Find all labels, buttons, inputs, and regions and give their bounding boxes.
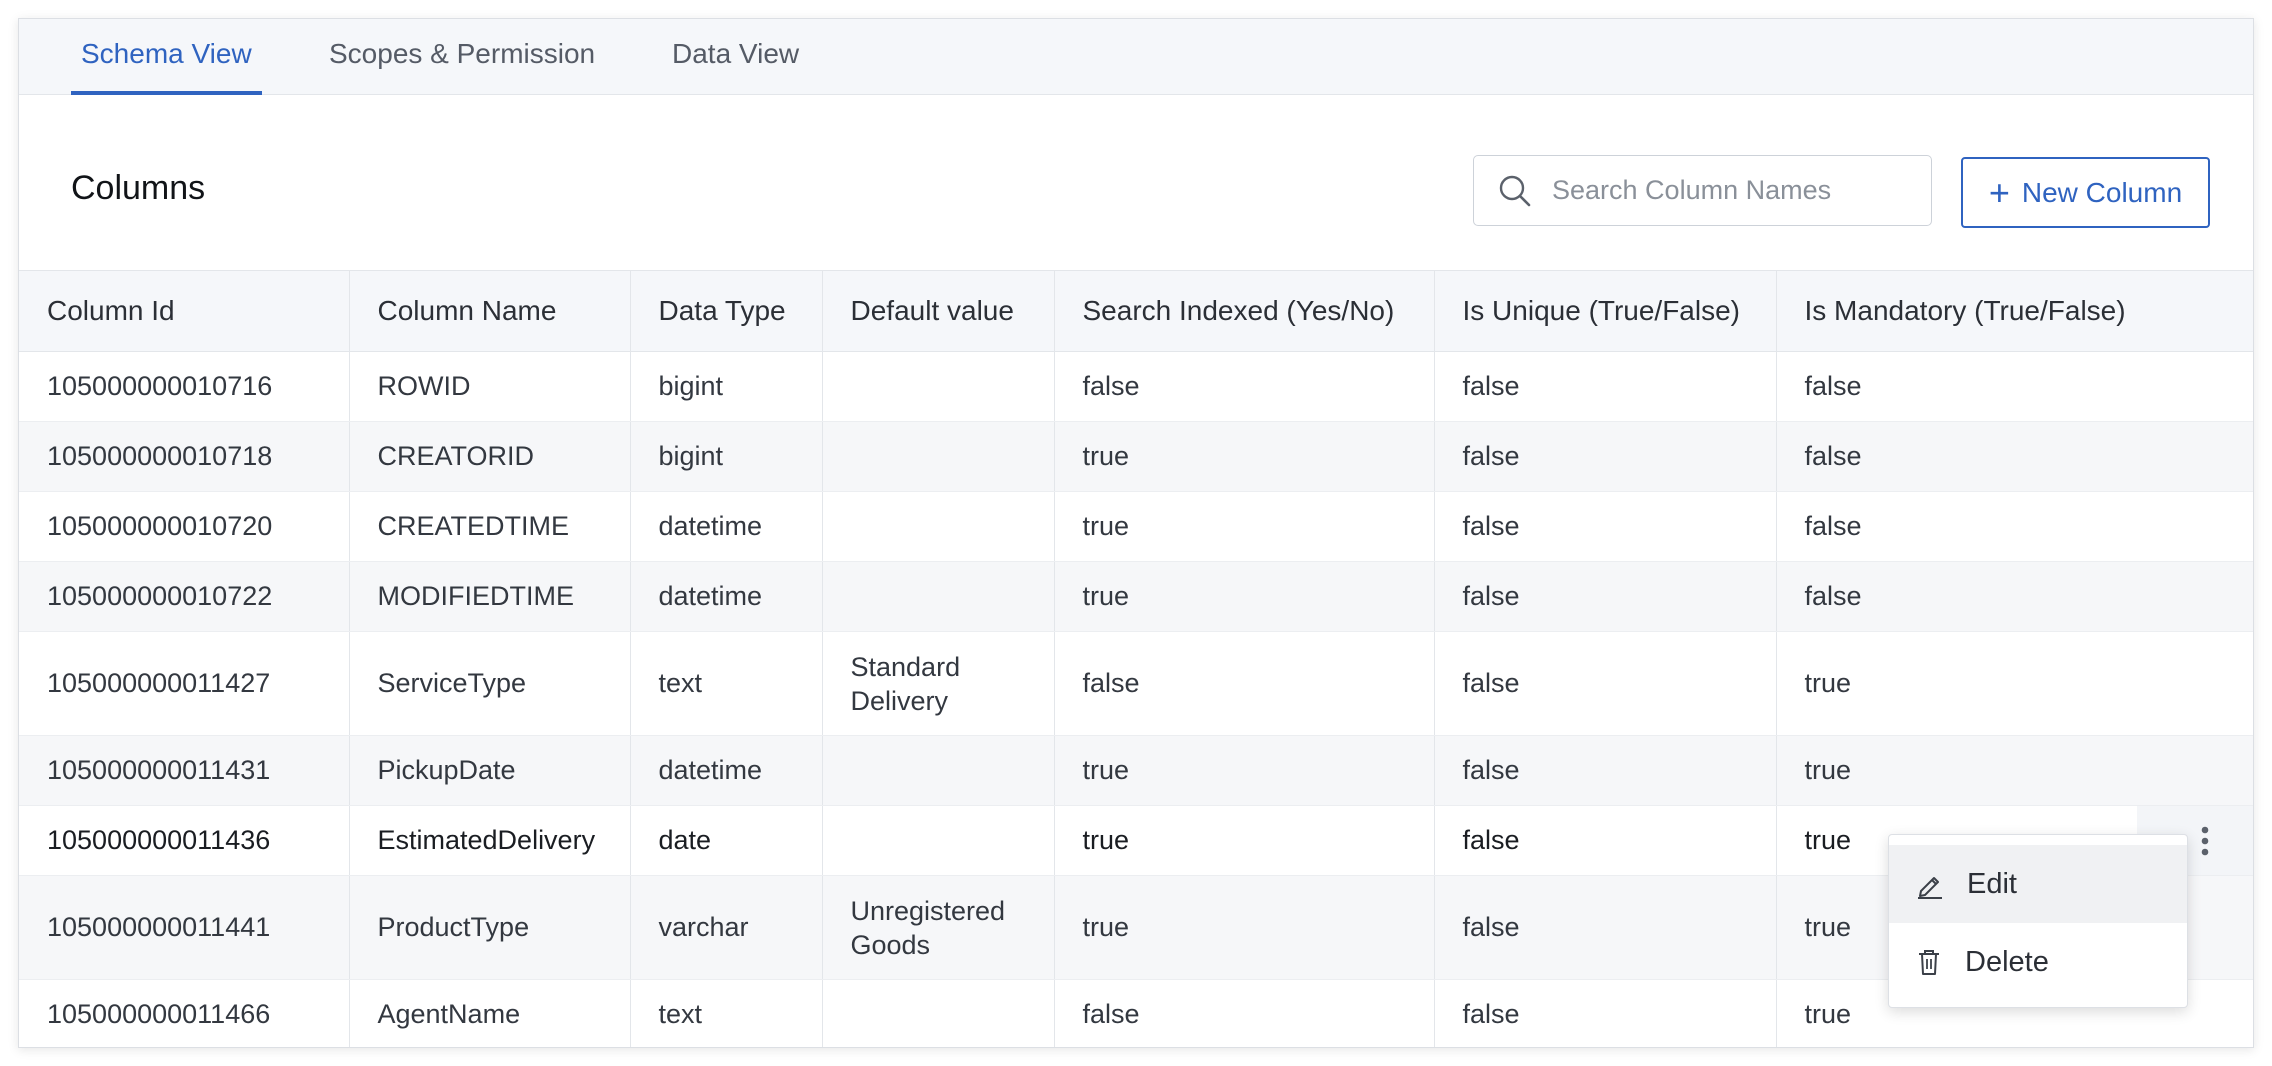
header-search-indexed: Search Indexed (Yes/No): [1054, 270, 1435, 352]
cell-default-value: [822, 561, 1055, 632]
cell-search-indexed: false: [1054, 631, 1435, 736]
cell-column-name: CREATEDTIME: [349, 491, 631, 562]
cell-is-unique: false: [1434, 805, 1777, 876]
cell-is-unique: false: [1434, 421, 1777, 492]
tab-scopes-permission[interactable]: Scopes & Permission: [329, 19, 595, 95]
cell-is-mandatory: true: [1776, 735, 2253, 806]
header-default-value: Default value: [822, 270, 1055, 352]
cell-is-mandatory: false: [1776, 561, 2253, 632]
cell-data-type: date: [630, 805, 823, 876]
header-is-unique: Is Unique (True/False): [1434, 270, 1777, 352]
cell-data-type: bigint: [630, 421, 823, 492]
table-row[interactable]: 105000000010718 CREATORID bigint true fa…: [19, 421, 2253, 492]
cell-column-id: 105000000011441: [19, 875, 350, 980]
search-icon: [1499, 175, 1531, 207]
cell-default-value: Standard Delivery: [822, 631, 1055, 736]
cell-is-unique: false: [1434, 491, 1777, 562]
cell-column-name: ROWID: [349, 351, 631, 422]
table-row[interactable]: 105000000010722 MODIFIEDTIME datetime tr…: [19, 561, 2253, 632]
cell-column-name: CREATORID: [349, 421, 631, 492]
tab-schema-view[interactable]: Schema View: [71, 19, 262, 95]
cell-column-id: 105000000011427: [19, 631, 350, 736]
header-is-mandatory: Is Mandatory (True/False): [1776, 270, 2253, 352]
cell-column-id: 105000000010718: [19, 421, 350, 492]
table-row[interactable]: 105000000011427 ServiceType text Standar…: [19, 631, 2253, 736]
cell-search-indexed: false: [1054, 351, 1435, 422]
cell-column-name: MODIFIEDTIME: [349, 561, 631, 632]
cell-is-unique: false: [1434, 875, 1777, 980]
more-vertical-icon: [2201, 826, 2209, 855]
pencil-icon: [1918, 877, 1942, 899]
cell-column-name: ServiceType: [349, 631, 631, 736]
tab-bar: Schema View Scopes & Permission Data Vie…: [19, 19, 2253, 95]
cell-default-value: [822, 491, 1055, 562]
cell-column-name: PickupDate: [349, 735, 631, 806]
header-column-id: Column Id: [19, 270, 350, 352]
cell-is-unique: false: [1434, 631, 1777, 736]
cell-search-indexed: true: [1054, 561, 1435, 632]
cell-is-mandatory: true: [1776, 631, 2253, 736]
table-header-row: Column Id Column Name Data Type Default …: [19, 270, 2253, 352]
cell-search-indexed: true: [1054, 805, 1435, 876]
delete-menu-item[interactable]: Delete: [1889, 923, 2187, 1001]
cell-column-id: 105000000011466: [19, 979, 350, 1047]
page-title: Columns: [71, 169, 206, 207]
cell-data-type: datetime: [630, 491, 823, 562]
plus-icon: +: [1988, 171, 2010, 213]
edit-label: Edit: [1967, 867, 2017, 900]
cell-data-type: text: [630, 979, 823, 1047]
cell-default-value: [822, 805, 1055, 876]
cell-search-indexed: true: [1054, 421, 1435, 492]
cell-column-id: 105000000010722: [19, 561, 350, 632]
search-box[interactable]: [1473, 155, 1932, 226]
trash-icon: [1919, 950, 1939, 975]
cell-column-name: EstimatedDelivery: [349, 805, 631, 876]
cell-column-name: AgentName: [349, 979, 631, 1047]
table-row[interactable]: 105000000011431 PickupDate datetime true…: [19, 735, 2253, 806]
new-column-label: New Column: [2021, 176, 2183, 208]
table-row[interactable]: 105000000010720 CREATEDTIME datetime tru…: [19, 491, 2253, 562]
cell-default-value: Unregistered Goods: [822, 875, 1055, 980]
new-column-button[interactable]: + New Column: [1961, 157, 2210, 228]
header-data-type: Data Type: [630, 270, 823, 352]
tab-data-view[interactable]: Data View: [672, 19, 799, 95]
cell-column-id: 105000000011431: [19, 735, 350, 806]
cell-column-name: ProductType: [349, 875, 631, 980]
cell-default-value: [822, 351, 1055, 422]
cell-search-indexed: true: [1054, 491, 1435, 562]
row-actions-menu: Edit Delete: [1888, 834, 2188, 1008]
cell-column-id: 105000000011436: [19, 805, 350, 876]
cell-is-unique: false: [1434, 561, 1777, 632]
cell-column-id: 105000000010716: [19, 351, 350, 422]
header-column-name: Column Name: [349, 270, 631, 352]
cell-search-indexed: true: [1054, 875, 1435, 980]
cell-data-type: datetime: [630, 735, 823, 806]
cell-default-value: [822, 979, 1055, 1047]
delete-label: Delete: [1965, 945, 2049, 978]
cell-data-type: varchar: [630, 875, 823, 980]
cell-default-value: [822, 735, 1055, 806]
cell-default-value: [822, 421, 1055, 492]
cell-column-id: 105000000010720: [19, 491, 350, 562]
cell-is-mandatory: true: [1804, 825, 1852, 855]
edit-menu-item[interactable]: Edit: [1889, 845, 2187, 923]
cell-search-indexed: true: [1054, 735, 1435, 806]
cell-search-indexed: false: [1054, 979, 1435, 1047]
cell-is-unique: false: [1434, 979, 1777, 1047]
cell-data-type: text: [630, 631, 823, 736]
cell-data-type: bigint: [630, 351, 823, 422]
cell-is-mandatory: false: [1776, 491, 2253, 562]
table-row[interactable]: 105000000010716 ROWID bigint false false…: [19, 351, 2253, 422]
cell-is-mandatory: false: [1776, 351, 2253, 422]
cell-data-type: datetime: [630, 561, 823, 632]
cell-is-unique: false: [1434, 351, 1777, 422]
cell-is-unique: false: [1434, 735, 1777, 806]
cell-is-mandatory: false: [1776, 421, 2253, 492]
search-input[interactable]: [1552, 156, 1912, 225]
